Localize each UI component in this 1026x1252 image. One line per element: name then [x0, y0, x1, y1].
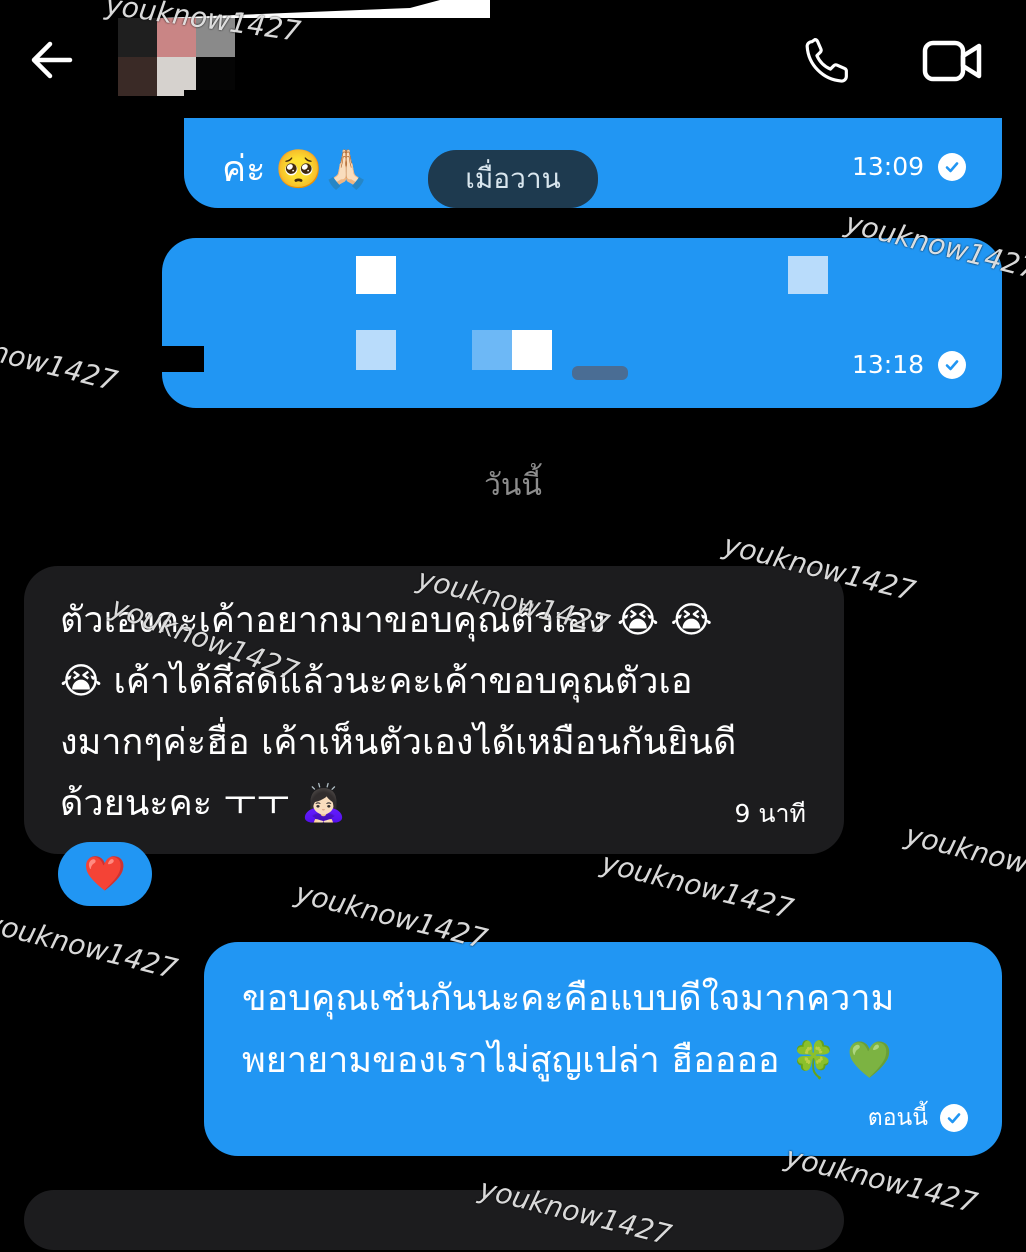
redaction-block: [356, 256, 396, 294]
video-call-button[interactable]: [922, 38, 982, 84]
redaction-block: [512, 330, 552, 370]
message-line: ขอบคุณเช่นกันนะคะคือแบบดีใจมากความ: [242, 978, 895, 1019]
date-separator-yesterday: เมื่อวาน: [428, 150, 598, 208]
message-time: 13:18: [851, 350, 924, 379]
message-bubble-outgoing-redacted[interactable]: 13:18: [154, 238, 1002, 408]
redaction-block: [472, 330, 512, 370]
message-bubble-incoming-partial[interactable]: [24, 1190, 844, 1250]
message-line: งมากๆค่ะฮื่อ เค้าเห็นตัวเองได้เหมือนกันย…: [60, 722, 737, 763]
watermark: youknow1427: [598, 846, 797, 926]
message-line: 😭 เค้าได้สีสดแล้วนะคะเค้าขอบคุณตัวเอ: [60, 661, 693, 702]
read-check-icon: [938, 350, 966, 379]
video-camera-icon: [922, 40, 982, 82]
message-time: 13:09: [851, 152, 924, 181]
back-button[interactable]: [26, 36, 78, 84]
redaction-block: [356, 330, 396, 370]
message-line: ด้วยนะคะ ㅜㅜ 🙇🏻‍♀️: [60, 783, 347, 824]
heart-icon: ❤️: [83, 854, 127, 894]
arrow-left-icon: [31, 41, 73, 79]
watermark: youknow1427: [0, 318, 121, 398]
redaction-block: [788, 256, 828, 294]
watermark: youknow1427: [902, 818, 1026, 898]
partial-emoji: [572, 366, 628, 380]
date-separator-today: วันนี้: [484, 468, 542, 503]
reaction-heart[interactable]: ❤️: [58, 842, 152, 906]
redaction-bar: [154, 346, 204, 372]
message-line: พยายามของเราไม่สูญเปล่า ฮืออออ 🍀 💚: [242, 1040, 893, 1081]
header-edge: [184, 90, 1002, 118]
message-time: ตอนนี้: [867, 1105, 928, 1131]
call-button[interactable]: [800, 34, 854, 88]
phone-icon: [805, 38, 848, 83]
message-time: 9 นาที: [734, 799, 806, 828]
watermark: youknow1427: [0, 906, 181, 986]
emoji-group: 🥺🙏🏻: [275, 146, 371, 191]
message-bubble-outgoing[interactable]: ขอบคุณเช่นกันนะคะคือแบบดีใจมากความ พยายา…: [204, 942, 1002, 1156]
message-text: ค่ะ: [222, 149, 266, 190]
read-check-icon: [940, 1104, 968, 1132]
read-check-icon: [938, 152, 966, 181]
